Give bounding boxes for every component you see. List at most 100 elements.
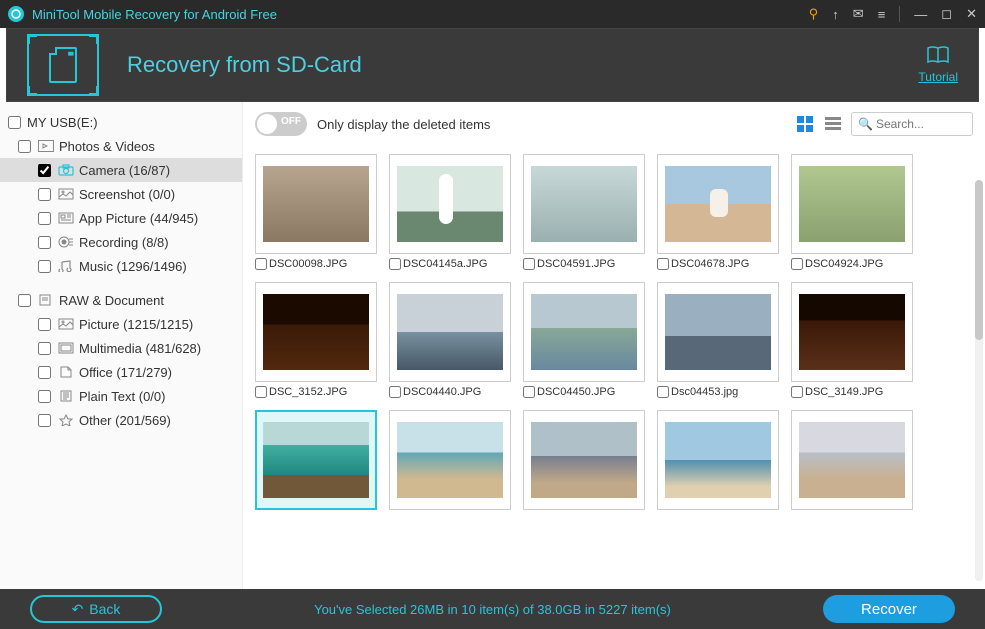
tree-item[interactable]: Other (201/569) [0,408,242,432]
thumbnail-item[interactable]: DSC04924.JPG [791,154,913,270]
thumb-caption: DSC04440.JPG [389,386,511,398]
thumbnail-item[interactable]: DSC00098.JPG [255,154,377,270]
thumb-checkbox[interactable] [791,258,803,270]
tree-checkbox[interactable] [38,260,51,273]
tree-root[interactable]: MY USB(E:) [0,110,242,134]
thumb-filename: DSC04440.JPG [403,386,481,398]
thumb-frame[interactable] [389,154,511,254]
tree-checkbox[interactable] [38,366,51,379]
tree-label: Screenshot (0/0) [79,187,175,202]
tree-checkbox[interactable] [18,140,31,153]
thumb-image [397,422,503,498]
thumbnail-item[interactable] [791,410,913,510]
tree-label: Picture (1215/1215) [79,317,193,332]
tutorial-link[interactable]: Tutorial [918,46,958,84]
tree-checkbox[interactable] [38,164,51,177]
deleted-only-toggle[interactable]: OFF [255,112,307,136]
tree-item[interactable]: Music (1296/1496) [0,254,242,278]
key-icon[interactable]: ⚲ [809,6,819,22]
tree-group-raw[interactable]: RAW & Document [0,288,242,312]
tree-item[interactable]: Picture (1215/1215) [0,312,242,336]
thumb-checkbox[interactable] [791,386,803,398]
thumb-frame[interactable] [255,410,377,510]
tree-item[interactable]: Camera (16/87) [0,158,242,182]
close-icon[interactable]: ✕ [966,6,977,22]
thumbnail-item[interactable]: DSC04450.JPG [523,282,645,398]
mail-icon[interactable]: ✉ [853,6,864,22]
thumb-frame[interactable] [523,154,645,254]
sd-card-icon [49,47,77,83]
thumb-frame[interactable] [255,154,377,254]
tree-item[interactable]: Office (171/279) [0,360,242,384]
thumb-frame[interactable] [389,282,511,382]
thumb-frame[interactable] [523,282,645,382]
tree-checkbox[interactable] [38,212,51,225]
thumbnail-item[interactable]: DSC04440.JPG [389,282,511,398]
maximize-icon[interactable]: ◻ [941,6,952,22]
thumb-frame[interactable] [791,282,913,382]
thumb-checkbox[interactable] [389,386,401,398]
thumbnail-item[interactable]: DSC_3149.JPG [791,282,913,398]
thumb-checkbox[interactable] [389,258,401,270]
thumbnail-item[interactable] [255,410,377,510]
thumb-checkbox[interactable] [255,258,267,270]
tree-item[interactable]: Multimedia (481/628) [0,336,242,360]
search-input[interactable] [876,117,966,131]
thumb-frame[interactable] [255,282,377,382]
recover-button[interactable]: Recover [823,595,955,623]
tree-checkbox[interactable] [18,294,31,307]
tree-root-checkbox[interactable] [8,116,21,129]
tree-group-photos[interactable]: Photos & Videos [0,134,242,158]
category-icon [57,259,75,273]
thumbnail-item[interactable]: DSC_3152.JPG [255,282,377,398]
thumb-filename: DSC04450.JPG [537,386,615,398]
thumb-checkbox[interactable] [255,386,267,398]
thumbnail-item[interactable]: DSC04591.JPG [523,154,645,270]
thumb-frame[interactable] [657,282,779,382]
view-grid-button[interactable] [795,114,815,134]
thumbnail-item[interactable]: Dsc04453.jpg [657,282,779,398]
status-text: You've Selected 26MB in 10 item(s) of 38… [314,602,671,617]
recover-label: Recover [861,601,917,618]
thumb-frame[interactable] [791,154,913,254]
thumb-frame[interactable] [657,410,779,510]
thumb-checkbox[interactable] [523,386,535,398]
thumb-frame[interactable] [523,410,645,510]
scrollbar-thumb[interactable] [975,180,983,340]
thumb-checkbox[interactable] [657,386,669,398]
thumbnail-item[interactable] [523,410,645,510]
upload-icon[interactable]: ↑ [832,7,839,22]
tree-item[interactable]: Recording (8/8) [0,230,242,254]
tree-item[interactable]: Plain Text (0/0) [0,384,242,408]
thumbnail-item[interactable] [657,410,779,510]
thumb-image [665,422,771,498]
thumb-frame[interactable] [657,154,779,254]
tree-checkbox[interactable] [38,318,51,331]
scrollbar[interactable] [975,180,983,581]
app-logo-icon [8,6,24,22]
minimize-icon[interactable]: — [914,7,927,22]
thumb-checkbox[interactable] [523,258,535,270]
tree-item[interactable]: App Picture (44/945) [0,206,242,230]
titlebar: MiniTool Mobile Recovery for Android Fre… [0,0,985,28]
thumb-frame[interactable] [389,410,511,510]
back-button[interactable]: ↶ Back [30,595,162,623]
thumb-filename: DSC04924.JPG [805,258,883,270]
menu-icon[interactable]: ≡ [878,7,886,22]
search-box[interactable]: 🔍 [851,112,973,136]
tree-checkbox[interactable] [38,390,51,403]
tree-checkbox[interactable] [38,414,51,427]
thumbnail-item[interactable] [389,410,511,510]
thumbnail-item[interactable]: DSC04145a.JPG [389,154,511,270]
thumb-checkbox[interactable] [657,258,669,270]
thumb-caption: DSC_3152.JPG [255,386,377,398]
tree-checkbox[interactable] [38,342,51,355]
thumbnail-item[interactable]: DSC04678.JPG [657,154,779,270]
tree-label: Other (201/569) [79,413,171,428]
tree-item[interactable]: Screenshot (0/0) [0,182,242,206]
category-icon [57,341,75,355]
view-list-button[interactable] [823,114,843,134]
tree-checkbox[interactable] [38,236,51,249]
tree-checkbox[interactable] [38,188,51,201]
thumb-frame[interactable] [791,410,913,510]
